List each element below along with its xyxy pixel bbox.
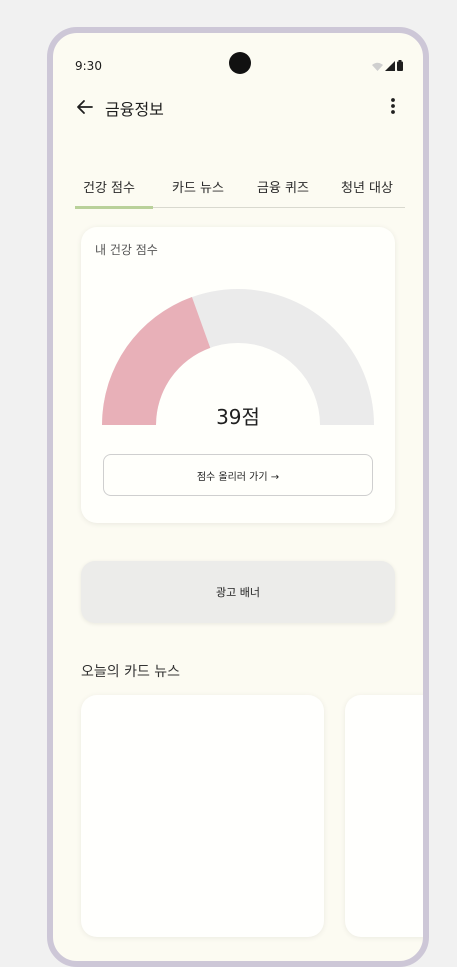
- wifi-icon: [372, 62, 383, 71]
- tab-card-news[interactable]: 카드 뉴스: [172, 177, 224, 196]
- app-bar: 금융정보: [53, 89, 423, 125]
- app-title: 금융정보: [105, 100, 164, 119]
- tab-indicator: [75, 206, 153, 209]
- ad-banner[interactable]: 광고 배너: [81, 561, 395, 623]
- phone-frame: 9:30 금융정보 건강 점수 카드 뉴스 금융 퀴즈 청년 대상 내 건강 점…: [47, 27, 429, 967]
- camera-cutout: [229, 52, 251, 74]
- ad-banner-label: 광고 배너: [216, 586, 260, 599]
- tab-bar: 건강 점수 카드 뉴스 금융 퀴즈 청년 대상: [75, 171, 405, 209]
- arrow-left-icon[interactable]: [73, 95, 97, 119]
- signal-icon: [385, 61, 395, 71]
- news-card[interactable]: [345, 695, 423, 937]
- raise-score-button[interactable]: 점수 올리러 가기 →: [103, 454, 373, 496]
- health-score-title: 내 건강 점수: [95, 243, 158, 257]
- tab-finance-quiz[interactable]: 금융 퀴즈: [257, 177, 309, 196]
- card-news-heading: 오늘의 카드 뉴스: [81, 664, 181, 680]
- status-time: 9:30: [75, 59, 102, 73]
- more-vertical-icon[interactable]: [381, 94, 405, 118]
- status-icons: [372, 60, 403, 71]
- tab-health-score[interactable]: 건강 점수: [83, 177, 135, 196]
- tab-youth[interactable]: 청년 대상: [341, 177, 393, 196]
- news-card[interactable]: [81, 695, 324, 937]
- health-score-card: 내 건강 점수 39점 점수 올리러 가기 →: [81, 227, 395, 523]
- score-value: 39점: [216, 405, 260, 429]
- status-bar: 9:30: [53, 33, 423, 74]
- battery-icon: [397, 60, 403, 71]
